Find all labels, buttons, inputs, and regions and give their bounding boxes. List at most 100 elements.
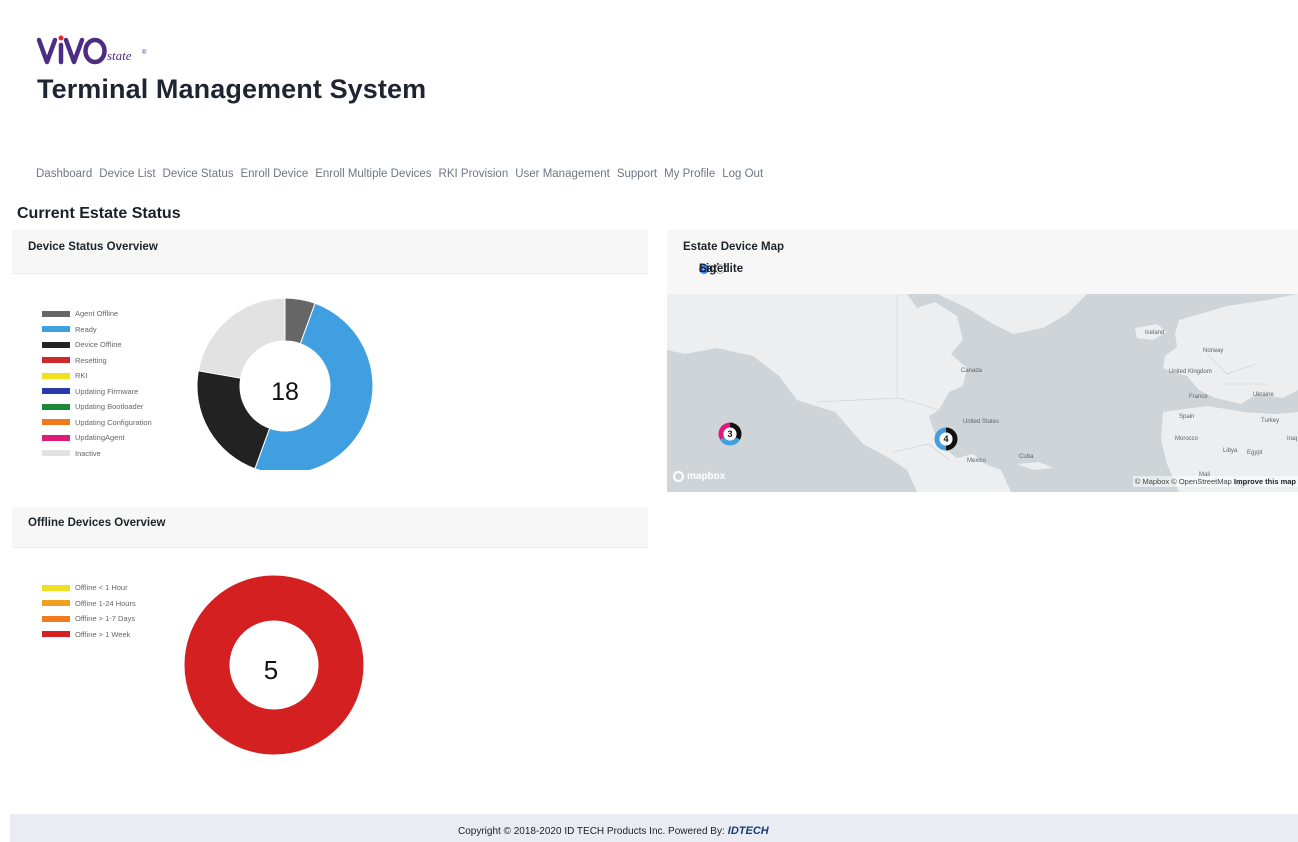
legend-label: Offline 1-24 Hours xyxy=(75,598,136,608)
estate-map-header: Estate Device Map Light Satellite xyxy=(667,230,1298,294)
legend-label: Updating Bootloader xyxy=(75,402,144,412)
legend-label: RKI xyxy=(75,371,88,381)
offline-devices-donut: 5 xyxy=(183,574,365,756)
nav-dashboard[interactable]: Dashboard xyxy=(36,168,92,180)
map-style-light-radio[interactable]: Light xyxy=(683,263,727,275)
legend-swatch xyxy=(42,615,70,622)
legend-swatch xyxy=(42,600,70,607)
improve-map-link[interactable]: Improve this map xyxy=(1234,477,1296,486)
nav-my-profile[interactable]: My Profile xyxy=(664,168,715,180)
nav-rki-provision[interactable]: RKI Provision xyxy=(439,168,509,180)
legend-label: Ready xyxy=(75,324,97,334)
attribution-mapbox-link[interactable]: © Mapbox xyxy=(1135,477,1169,486)
offline-devices-header: Offline Devices Overview xyxy=(12,507,648,548)
map-label: France xyxy=(1189,394,1208,400)
legend-swatch xyxy=(42,310,70,317)
donut-slice-device-offline[interactable] xyxy=(196,370,271,470)
radio-label: Satellite xyxy=(699,263,744,275)
logo-suffix: state xyxy=(107,48,132,63)
offline-devices-legend: Offline < 1 Hour Offline 1-24 Hours Offl… xyxy=(42,580,136,642)
map-label: Spain xyxy=(1179,414,1195,420)
map-label: Mexico xyxy=(967,458,987,464)
legend-swatch xyxy=(42,357,70,364)
map-canvas[interactable]: Canada United States Mexico Cuba Iceland… xyxy=(667,294,1298,492)
map-label: Ukraine xyxy=(1253,392,1274,398)
legend-item[interactable]: Resetting xyxy=(42,353,152,369)
legend-swatch xyxy=(42,450,70,457)
footer-text: Copyright © 2018-2020 ID TECH Products I… xyxy=(458,825,769,837)
map-label: Iraq xyxy=(1287,436,1298,442)
map-label: Libya xyxy=(1223,448,1238,454)
legend-item[interactable]: Updating Firmware xyxy=(42,384,152,400)
map-label: Cuba xyxy=(1019,454,1034,460)
legend-item[interactable]: Updating Configuration xyxy=(42,415,152,431)
legend-swatch xyxy=(42,341,70,348)
device-status-panel: Device Status Overview Agent Offline Rea… xyxy=(12,230,648,492)
legend-swatch xyxy=(42,419,70,426)
vivostate-logo: state ® xyxy=(37,35,147,65)
logo-reg-mark: ® xyxy=(142,49,147,56)
legend-label: Agent Offline xyxy=(75,309,119,319)
legend-item[interactable]: Offline > 1-7 Days xyxy=(42,611,136,627)
legend-label: Device Offline xyxy=(75,340,122,350)
nav-support[interactable]: Support xyxy=(617,168,657,180)
legend-swatch xyxy=(42,326,70,333)
legend-item[interactable]: Device Offline xyxy=(42,337,152,353)
legend-label: Updating Firmware xyxy=(75,386,139,396)
legend-item[interactable]: Offline > 1 Week xyxy=(42,627,136,643)
legend-item[interactable]: Offline 1-24 Hours xyxy=(42,596,136,612)
cluster-count: 4 xyxy=(943,434,949,444)
map-label: Canada xyxy=(961,368,983,374)
offline-devices-panel: Offline Devices Overview Offline < 1 Hou… xyxy=(12,507,648,756)
legend-swatch xyxy=(42,631,70,638)
attribution-osm-link[interactable]: © OpenStreetMap xyxy=(1171,477,1232,486)
legend-swatch xyxy=(42,372,70,379)
idtech-logo[interactable]: IDTECH xyxy=(728,825,769,837)
mapbox-logo-text: mapbox xyxy=(687,471,726,482)
legend-label: Resetting xyxy=(75,355,107,365)
map-label: Morocco xyxy=(1175,436,1199,442)
land-north-america xyxy=(667,294,1011,492)
legend-swatch xyxy=(42,403,70,410)
estate-map-panel: Estate Device Map Light Satellite Canada… xyxy=(667,230,1298,492)
device-status-donut: 18 xyxy=(196,298,373,470)
map-label: United Kingdom xyxy=(1169,369,1212,375)
map-attribution: © Mapbox © OpenStreetMap Improve this ma… xyxy=(1132,476,1298,487)
map-label: Norway xyxy=(1203,348,1224,354)
map-cluster-marker[interactable]: 3 xyxy=(718,422,742,446)
nav-device-list[interactable]: Device List xyxy=(99,168,155,180)
mapbox-logo[interactable]: mapbox xyxy=(673,471,725,482)
legend-item[interactable]: Updating Bootloader xyxy=(42,399,152,415)
page-heading: Current Estate Status xyxy=(17,205,181,222)
legend-swatch xyxy=(42,388,70,395)
legend-item[interactable]: RKI xyxy=(42,368,152,384)
map-label: Egypt xyxy=(1247,450,1263,456)
map-cluster-marker[interactable]: 4 xyxy=(934,427,958,451)
legend-item[interactable]: Offline < 1 Hour xyxy=(42,580,136,596)
estate-map-title: Estate Device Map xyxy=(683,241,784,253)
nav-enroll-multiple-devices[interactable]: Enroll Multiple Devices xyxy=(315,168,431,180)
legend-item[interactable]: Agent Offline xyxy=(42,306,152,322)
land-cuba xyxy=(1017,462,1053,470)
legend-item[interactable]: Inactive xyxy=(42,446,152,462)
nav-log-out[interactable]: Log Out xyxy=(722,168,763,180)
device-status-legend: Agent Offline Ready Device Offline Reset… xyxy=(42,306,152,461)
legend-item[interactable]: UpdatingAgent xyxy=(42,430,152,446)
legend-label: Offline > 1 Week xyxy=(75,629,131,639)
app-title: Terminal Management System xyxy=(37,74,427,104)
legend-swatch xyxy=(42,434,70,441)
legend-item[interactable]: Ready xyxy=(42,322,152,338)
nav-enroll-device[interactable]: Enroll Device xyxy=(240,168,308,180)
offline-devices-total: 5 xyxy=(264,655,278,685)
land-europe xyxy=(1167,294,1298,404)
legend-label: Inactive xyxy=(75,448,101,458)
nav-device-status[interactable]: Device Status xyxy=(163,168,234,180)
device-status-total: 18 xyxy=(271,378,299,406)
cluster-count: 3 xyxy=(727,429,733,439)
donut-slice-inactive[interactable] xyxy=(197,298,286,379)
legend-label: UpdatingAgent xyxy=(75,433,125,443)
device-status-header: Device Status Overview xyxy=(12,230,648,274)
map-label: Turkey xyxy=(1261,418,1280,424)
map-style-satellite-radio[interactable]: Satellite xyxy=(699,263,743,275)
nav-user-management[interactable]: User Management xyxy=(515,168,610,180)
